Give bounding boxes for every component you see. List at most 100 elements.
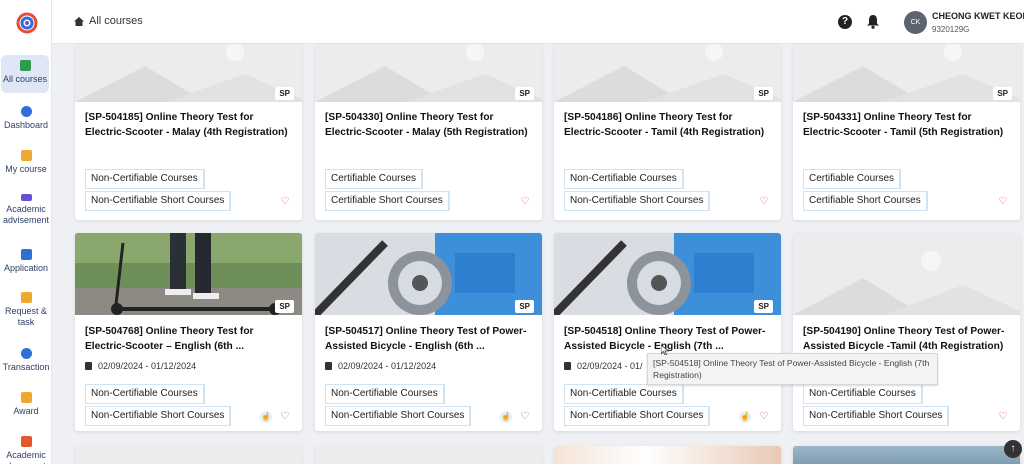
heart-icon[interactable]: ♡ [278, 195, 292, 209]
course-title-tooltip: [SP-504518] Online Theory Test of Power-… [647, 353, 938, 385]
course-thumbnail-placeholder: SP [75, 44, 302, 102]
hand-pointer-icon[interactable]: ☝ [500, 411, 512, 423]
course-title[interactable]: [SP-504330] Online Theory Test for Elect… [325, 110, 535, 140]
heart-icon[interactable]: ♡ [518, 410, 532, 424]
app-logo-icon[interactable] [16, 12, 38, 34]
avatar[interactable]: CK [904, 11, 927, 34]
heart-icon[interactable]: ♡ [278, 410, 292, 424]
sidebar-item-request-task[interactable]: Request & task [0, 292, 52, 328]
course-thumbnail: SP [554, 233, 781, 315]
bicycle-photo [315, 233, 542, 315]
sidebar-item-label: Transaction [2, 362, 50, 372]
course-title[interactable]: [SP-504768] Online Theory Test for Elect… [85, 324, 295, 354]
course-tag: Non-Certifiable Short Courses [803, 406, 950, 426]
course-card[interactable]: SP [SP-504330] Online Theory Test for El… [315, 44, 542, 220]
heart-icon[interactable]: ♡ [757, 195, 771, 209]
course-card[interactable]: SP [SP-504517] Online Theory Test of Pow… [315, 233, 542, 431]
course-tag: Non-Certifiable Short Courses [85, 406, 232, 426]
image-placeholder-icon [315, 44, 542, 102]
hand-pointer-icon[interactable]: ☝ [739, 411, 751, 423]
sidebar-item-my-course[interactable]: My course [0, 150, 52, 175]
course-tag: Certifiable Courses [803, 169, 902, 189]
box-icon [20, 150, 32, 161]
course-title[interactable]: [SP-504517] Online Theory Test of Power-… [325, 324, 535, 354]
course-tag: Non-Certifiable Short Courses [325, 406, 472, 426]
provider-badge: SP [754, 87, 773, 100]
document-icon [20, 436, 32, 447]
hand-pointer-icon[interactable]: ☝ [260, 411, 272, 423]
sidebar-item-award[interactable]: Award [0, 392, 52, 417]
course-thumbnail-placeholder [315, 446, 542, 464]
provider-badge: SP [515, 87, 534, 100]
image-placeholder-icon [793, 44, 1020, 102]
course-card[interactable]: SP [SP-504331] Online Theory Test for El… [793, 44, 1020, 220]
course-tag: Non-Certifiable Courses [803, 384, 923, 404]
image-placeholder-icon [793, 233, 1020, 315]
scooter-photo [75, 233, 302, 315]
sidebar-item-all-courses[interactable]: All courses [1, 55, 49, 93]
course-thumbnail [554, 446, 781, 464]
sidebar-item-academic-advisement[interactable]: Academic advisement [0, 194, 52, 226]
sidebar-item-transaction[interactable]: Transaction [0, 348, 52, 373]
course-date: 02/09/2024 - 01/ [564, 361, 643, 371]
provider-badge: SP [275, 87, 294, 100]
calendar-icon [325, 362, 332, 370]
course-card[interactable] [554, 446, 781, 464]
sidebar-item-label: Academic advisement [2, 204, 50, 225]
course-thumbnail-placeholder [75, 446, 302, 464]
course-card[interactable] [315, 446, 542, 464]
sidebar-item-application[interactable]: Application [0, 249, 52, 274]
course-card[interactable]: SP [SP-504768] Online Theory Test for El… [75, 233, 302, 431]
course-card[interactable] [75, 446, 302, 464]
course-thumbnail-placeholder: SP [315, 44, 542, 102]
help-icon[interactable]: ? [838, 15, 852, 29]
course-thumbnail-placeholder [793, 233, 1020, 315]
trophy-icon [20, 392, 32, 403]
scroll-to-top-button[interactable]: ↑ [1004, 440, 1022, 458]
course-title[interactable]: [SP-504518] Online Theory Test of Power-… [564, 324, 774, 354]
app-root: All courses Dashboard My course Academic… [0, 0, 1024, 464]
home-icon [74, 16, 84, 26]
heart-icon[interactable]: ♡ [518, 195, 532, 209]
course-date: 02/09/2024 - 01/12/2024 [325, 361, 436, 371]
sidebar-item-label: Dashboard [3, 120, 49, 130]
course-card[interactable]: SP [SP-504185] Online Theory Test for El… [75, 44, 302, 220]
course-tag: Non-Certifiable Short Courses [85, 191, 232, 211]
user-name: CHEONG KWET KEONG [932, 11, 1024, 21]
course-tag: Certifiable Short Courses [325, 191, 450, 211]
sidebar-item-label: Academic document [6, 450, 46, 464]
course-tag: Non-Certifiable Courses [564, 169, 684, 189]
image-placeholder-icon [75, 44, 302, 102]
course-tag: Non-Certifiable Courses [325, 384, 445, 404]
heart-icon[interactable]: ♡ [996, 410, 1010, 424]
sidebar-item-label: Award [13, 406, 39, 416]
home-icon [19, 60, 31, 71]
course-title[interactable]: [SP-504331] Online Theory Test for Elect… [803, 110, 1013, 140]
heart-icon[interactable]: ♡ [757, 410, 771, 424]
course-card[interactable] [793, 446, 1020, 464]
provider-badge: SP [754, 300, 773, 313]
bell-icon[interactable] [866, 14, 880, 29]
course-date: 02/09/2024 - 01/12/2024 [85, 361, 196, 371]
course-title[interactable]: [SP-504185] Online Theory Test for Elect… [85, 110, 295, 140]
course-card[interactable]: [SP-504190] Online Theory Test of Power-… [793, 233, 1020, 431]
sidebar-item-dashboard[interactable]: Dashboard [0, 106, 52, 131]
clipboard-icon [20, 292, 32, 303]
heart-icon[interactable]: ♡ [996, 195, 1010, 209]
bicycle-photo [554, 233, 781, 315]
course-tag: Non-Certifiable Courses [564, 384, 684, 404]
course-thumbnail: SP [75, 233, 302, 315]
course-date-text: 02/09/2024 - 01/ [577, 361, 643, 371]
course-title[interactable]: [SP-504186] Online Theory Test for Elect… [564, 110, 774, 140]
course-date-text: 02/09/2024 - 01/12/2024 [98, 361, 197, 371]
course-title[interactable]: [SP-504190] Online Theory Test of Power-… [803, 324, 1013, 354]
course-card[interactable]: SP [SP-504518] Online Theory Test of Pow… [554, 233, 781, 431]
course-card[interactable]: SP [SP-504186] Online Theory Test for El… [554, 44, 781, 220]
application-icon [20, 249, 32, 260]
user-id: 9320129G [932, 25, 970, 34]
breadcrumb[interactable]: All courses [74, 15, 143, 27]
sidebar-item-academic-document[interactable]: Academic document [0, 436, 52, 464]
provider-badge: SP [993, 87, 1012, 100]
course-tag: Non-Certifiable Short Courses [564, 191, 711, 211]
calendar-icon [85, 362, 92, 370]
